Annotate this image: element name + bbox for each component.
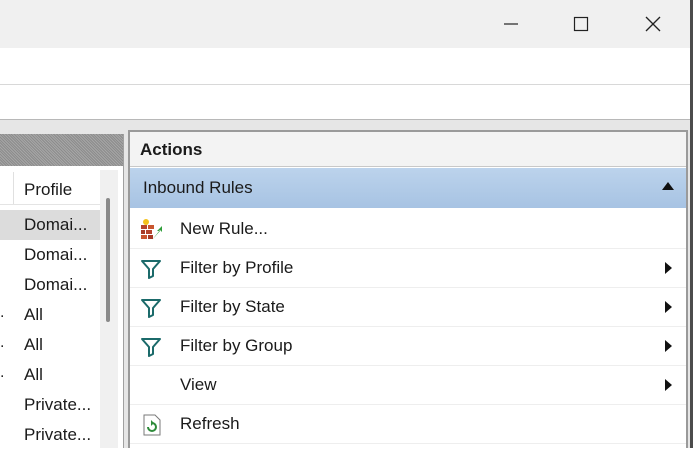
action-label: Refresh xyxy=(180,414,240,433)
action-label: Filter by State xyxy=(180,297,285,316)
submenu-arrow-icon xyxy=(665,379,672,391)
maximize-button[interactable] xyxy=(558,0,604,48)
profile-cell: Domai... xyxy=(24,245,88,264)
profile-cell: All xyxy=(24,305,43,324)
submenu-arrow-icon xyxy=(665,340,672,352)
table-row[interactable]: Domai... xyxy=(0,270,100,300)
table-row[interactable]: . All xyxy=(0,300,100,330)
action-filter-by-state[interactable]: Filter by State xyxy=(130,288,686,327)
collapse-arrow-icon[interactable] xyxy=(662,182,674,190)
rules-list-panel: Profile Domai... Domai... Domai.... All. All… xyxy=(0,134,124,448)
scrollbar-thumb[interactable] xyxy=(106,198,110,322)
filter-icon xyxy=(140,296,162,318)
close-icon xyxy=(645,16,661,32)
profile-cell: All xyxy=(24,335,43,354)
actions-panel-title: Actions xyxy=(130,132,686,167)
action-label: New Rule... xyxy=(180,219,268,238)
filter-icon xyxy=(140,257,162,279)
submenu-arrow-icon xyxy=(665,301,672,313)
column-separator[interactable] xyxy=(13,172,14,204)
new-rule-icon xyxy=(140,218,162,240)
menu-bar xyxy=(0,48,690,85)
action-new-rule[interactable]: New Rule... xyxy=(130,210,686,249)
actions-title-label: Actions xyxy=(140,140,203,159)
minimize-button[interactable] xyxy=(488,0,534,48)
profile-cell: Private... xyxy=(24,425,92,444)
submenu-arrow-icon xyxy=(665,262,672,274)
title-bar xyxy=(0,0,690,48)
close-button[interactable] xyxy=(630,0,676,48)
table-row[interactable]: . All xyxy=(0,330,100,360)
profile-cell: Private... xyxy=(24,395,92,414)
table-row[interactable]: . All xyxy=(0,360,100,390)
action-label: View xyxy=(180,375,217,394)
refresh-icon xyxy=(140,413,162,436)
inbound-rules-section-header[interactable]: Inbound Rules xyxy=(130,168,686,208)
panel-header-bar xyxy=(0,134,123,166)
profile-cell: All xyxy=(24,365,43,384)
column-header-profile[interactable]: Profile xyxy=(0,172,100,205)
action-filter-by-profile[interactable]: Filter by Profile xyxy=(130,249,686,288)
actions-panel: Actions Inbound Rules New Rule... Filter… xyxy=(128,130,688,448)
action-filter-by-group[interactable]: Filter by Group xyxy=(130,327,686,366)
column-header-label: Profile xyxy=(24,180,73,199)
table-row[interactable]: Domai... xyxy=(0,240,100,270)
table-row[interactable]: Private... xyxy=(0,420,100,450)
profile-cell: Domai... xyxy=(24,215,88,234)
profile-cell: Domai... xyxy=(24,275,88,294)
filter-icon xyxy=(140,335,162,357)
action-label: Filter by Profile xyxy=(180,258,294,277)
truncated-cell-text: . xyxy=(0,304,5,321)
table-row[interactable]: Domai... xyxy=(0,210,100,240)
maximize-icon xyxy=(573,16,589,32)
action-view[interactable]: View xyxy=(130,366,686,405)
table-row[interactable]: Private... xyxy=(0,390,100,420)
action-label: Filter by Group xyxy=(180,336,293,355)
section-header-label: Inbound Rules xyxy=(143,178,253,197)
truncated-cell-text: . xyxy=(0,334,5,351)
action-refresh[interactable]: Refresh xyxy=(130,405,686,444)
vertical-scrollbar[interactable] xyxy=(100,170,118,448)
toolbar xyxy=(0,85,690,120)
truncated-cell-text: . xyxy=(0,364,5,381)
minimize-icon xyxy=(504,23,518,25)
